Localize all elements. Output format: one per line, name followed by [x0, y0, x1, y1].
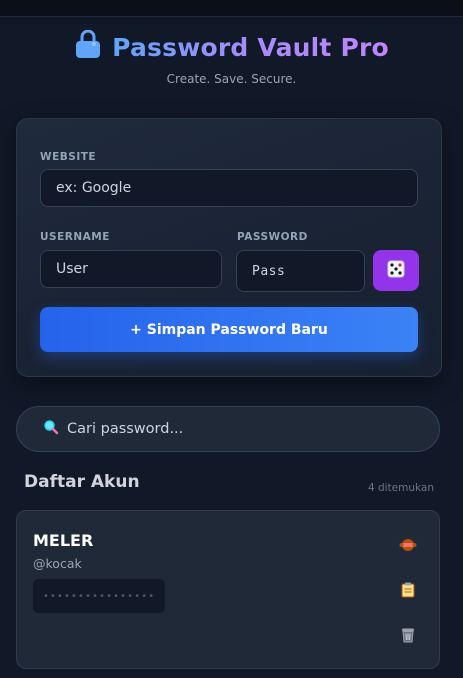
- copy-icon: [401, 582, 415, 602]
- search-placeholder: Cari password...: [67, 421, 184, 437]
- show-password-icon: [399, 537, 417, 557]
- account-card: MELER @kocak ••••••••••••••••: [16, 510, 440, 669]
- search-icon: [43, 419, 59, 439]
- window-top-bar: [0, 0, 463, 17]
- add-password-form: WEBSITE ex: Google USERNAME User PASSWOR…: [16, 118, 442, 377]
- delete-icon: [401, 627, 415, 647]
- password-label: PASSWORD: [237, 231, 308, 243]
- lock-icon: [74, 29, 102, 64]
- password-input[interactable]: Pass: [236, 250, 365, 292]
- website-label: WEBSITE: [40, 151, 97, 163]
- generate-password-button[interactable]: [373, 250, 419, 291]
- username-label: USERNAME: [40, 231, 110, 243]
- account-username: @kocak: [33, 556, 82, 571]
- search-input[interactable]: Cari password...: [16, 406, 440, 452]
- title-row: Password Vault Pro: [0, 29, 463, 64]
- app-header: Password Vault Pro Create. Save. Secure.: [0, 29, 463, 86]
- app-subtitle: Create. Save. Secure.: [166, 72, 297, 86]
- copy-password-button[interactable]: [397, 581, 419, 603]
- dice-icon: [386, 259, 406, 283]
- account-name: MELER: [33, 531, 94, 550]
- app-title: Password Vault Pro: [112, 32, 389, 62]
- username-input[interactable]: User: [40, 250, 222, 288]
- delete-account-button[interactable]: [397, 626, 419, 648]
- account-password-masked: ••••••••••••••••: [33, 579, 165, 613]
- account-list-title: Daftar Akun: [24, 472, 140, 492]
- save-password-button[interactable]: + Simpan Password Baru: [40, 307, 418, 352]
- show-password-button[interactable]: [397, 536, 419, 558]
- website-input[interactable]: ex: Google: [40, 169, 418, 207]
- result-count: 4 ditemukan: [367, 482, 434, 494]
